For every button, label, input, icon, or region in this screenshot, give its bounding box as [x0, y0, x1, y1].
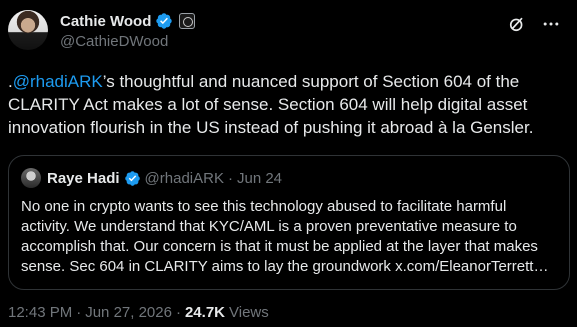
quoted-avatar [21, 168, 41, 188]
timestamp-date[interactable]: Jun 27, 2026 [85, 304, 172, 321]
quoted-tweet-header: Raye Hadi @rhadiARK · Jun 24 [21, 168, 557, 188]
more-icon[interactable] [541, 14, 561, 34]
quoted-separator: · [227, 169, 233, 187]
name-row: Cathie Wood [60, 12, 196, 30]
tweet-text: .@rhadiARK’s thoughtful and nuanced supp… [8, 70, 568, 139]
tweet-header: Cathie Wood @CathieDWood [8, 8, 569, 56]
quoted-display-name: Raye Hadi [47, 169, 120, 187]
tweet-footer: 12:43 PM · Jun 27, 2026 · 24.7K Views [8, 304, 269, 321]
affiliate-badge-icon[interactable] [179, 13, 196, 29]
quoted-tweet-text: No one in crypto wants to see this techn… [21, 198, 549, 275]
author-block: Cathie Wood @CathieDWood [60, 12, 196, 50]
footer-separator: · [175, 304, 181, 321]
header-actions [507, 14, 561, 34]
views-count: 24.7K [184, 304, 225, 321]
quoted-tweet[interactable]: Raye Hadi @rhadiARK · Jun 24 No one in c… [8, 155, 570, 290]
author-handle[interactable]: @CathieDWood [60, 33, 195, 50]
grok-icon[interactable] [507, 14, 527, 34]
quoted-date: Jun 24 [236, 169, 283, 187]
verified-badge-icon [156, 13, 173, 29]
author-display-name[interactable]: Cathie Wood [60, 13, 151, 30]
tweet: Cathie Wood @CathieDWood .@rhadiARK’s th… [0, 0, 577, 327]
avatar[interactable] [8, 10, 48, 50]
mention-link[interactable]: @rhadiARK [13, 72, 103, 91]
views-label: Views [229, 304, 269, 321]
quoted-handle: @rhadiARK [144, 169, 224, 187]
timestamp-time[interactable]: 12:43 PM [8, 304, 72, 321]
footer-separator: · [76, 304, 82, 321]
quoted-verified-badge-icon [124, 170, 140, 186]
